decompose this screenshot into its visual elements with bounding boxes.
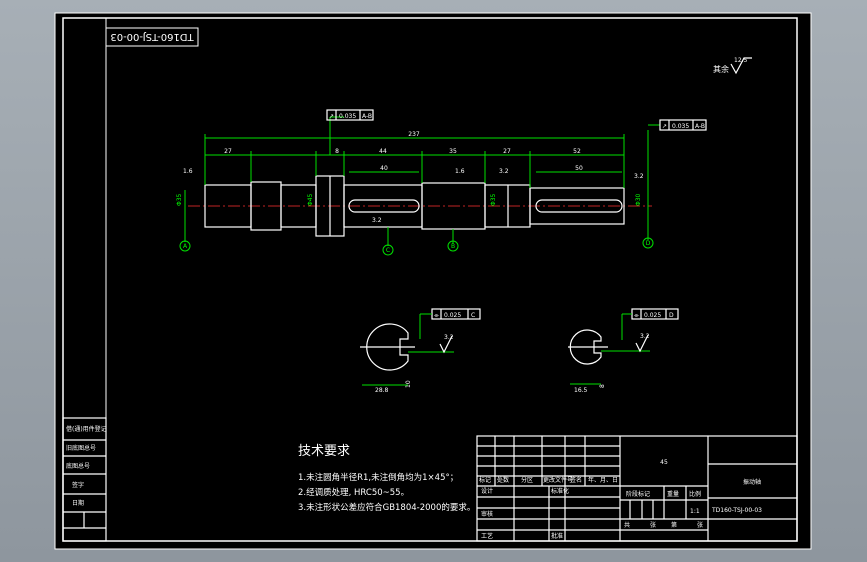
tol-s1-value: 0.025 (444, 312, 461, 319)
left-label-2: 旧底图总号 (66, 444, 96, 452)
rough-4: 3.2 (634, 173, 644, 180)
rough-1: 1.6 (183, 168, 193, 175)
drawing-sheet: TD160-TSJ-00-03 其余 12.5 237 27 8 44 35 2… (54, 12, 812, 550)
dim-d2: 8 (335, 148, 339, 155)
dim-d6: 52 (573, 148, 581, 155)
s1-right: 10 (405, 380, 412, 388)
tol-tl-symbol: ↗ (329, 113, 334, 120)
left-label-process: 工艺 (481, 532, 493, 540)
rough-2: 3.2 (499, 168, 509, 175)
cad-viewport[interactable]: TD160-TSJ-00-03 其余 12.5 237 27 8 44 35 2… (0, 0, 867, 562)
left-label-3: 底图总号 (66, 462, 90, 470)
row-label-3: 分区 (521, 476, 533, 484)
row-label-6: 年、月、日 (588, 476, 618, 484)
requirements-heading: 技术要求 (298, 444, 350, 459)
requirement-2: 2.经调质处理, HRC50~55。 (298, 487, 409, 498)
tol-tr-value: 0.035 (672, 123, 689, 130)
title-part-name: 振动轴 (743, 478, 761, 486)
left-label-review: 审核 (481, 510, 493, 518)
tol-s2-symbol: ⌯ (634, 312, 639, 319)
s1-bottom: 28.8 (375, 387, 389, 394)
dia-4: Φ30 (635, 193, 642, 206)
datum-b: B (451, 243, 455, 250)
tol-tr-symbol: ↗ (662, 123, 667, 130)
requirement-3: 3.未注形状公差应符合GB1804-2000的要求。 (298, 502, 475, 513)
left-label-5: 日期 (72, 499, 84, 507)
dia-3: Φ35 (490, 193, 497, 206)
row-label-5: 签名 (570, 476, 582, 484)
s2-right: 8 (599, 384, 606, 388)
s1-rough: 3.2 (444, 334, 454, 341)
roughness-note-value: 12.5 (734, 57, 748, 64)
title-scale: 1:1 (690, 508, 700, 515)
s2-bottom: 16.5 (574, 387, 588, 394)
datum-c: C (386, 247, 390, 254)
requirement-1: 1.未注圆角半径R1,未注倒角均为1×45°； (298, 472, 458, 483)
dim-key1: 40 (380, 165, 388, 172)
tol-tr-datum: A-B (695, 123, 705, 130)
left-label-1: 借(通)用件登记 (66, 425, 107, 433)
sheet-label-2: 张 (650, 521, 656, 529)
row-label-4: 更改文件号 (543, 476, 573, 484)
dia-2: Φ45 (307, 193, 314, 206)
sheet-background (54, 12, 812, 550)
dim-overall: 237 (408, 131, 420, 138)
tol-s1-symbol: ⌯ (434, 312, 439, 319)
rough-3: 1.6 (455, 168, 465, 175)
mid-label-std: 标准化 (551, 487, 569, 495)
tol-tl-datum: A-B (362, 113, 372, 120)
dim-d1: 27 (224, 148, 232, 155)
row-label-1: 标记 (479, 476, 491, 484)
left-label-design: 设计 (481, 487, 493, 495)
dim-d5: 27 (503, 148, 511, 155)
stage-label-1: 阶段标记 (626, 490, 650, 498)
dim-d4: 35 (449, 148, 457, 155)
roughness-note: 其余 (713, 64, 729, 74)
title-material: 45 (660, 459, 668, 466)
stamp-text: TD160-TSJ-00-03 (110, 31, 194, 42)
dia-1: Φ35 (176, 193, 183, 206)
tol-s1-datum: C (471, 312, 475, 319)
mid-label-approve: 批准 (551, 532, 563, 540)
s2-rough: 3.2 (640, 333, 650, 340)
title-drawing-no: TD160-TSJ-00-03 (711, 507, 762, 514)
sheet-label-4: 张 (697, 521, 703, 529)
tol-tl-value: 0.035 (339, 113, 356, 120)
stage-label-3: 比例 (689, 490, 701, 498)
dim-d3: 44 (379, 148, 387, 155)
stage-label-2: 重量 (667, 490, 679, 498)
sheet-label-3: 第 (671, 521, 677, 529)
sheet-label-1: 共 (624, 521, 630, 529)
left-label-4: 签字 (72, 481, 84, 489)
dim-key2: 50 (575, 165, 583, 172)
row-label-2: 处数 (497, 476, 509, 484)
tol-s2-value: 0.025 (644, 312, 661, 319)
tol-s2-datum: D (669, 312, 674, 319)
datum-d: D (646, 240, 651, 247)
rough-5: 3.2 (372, 217, 382, 224)
